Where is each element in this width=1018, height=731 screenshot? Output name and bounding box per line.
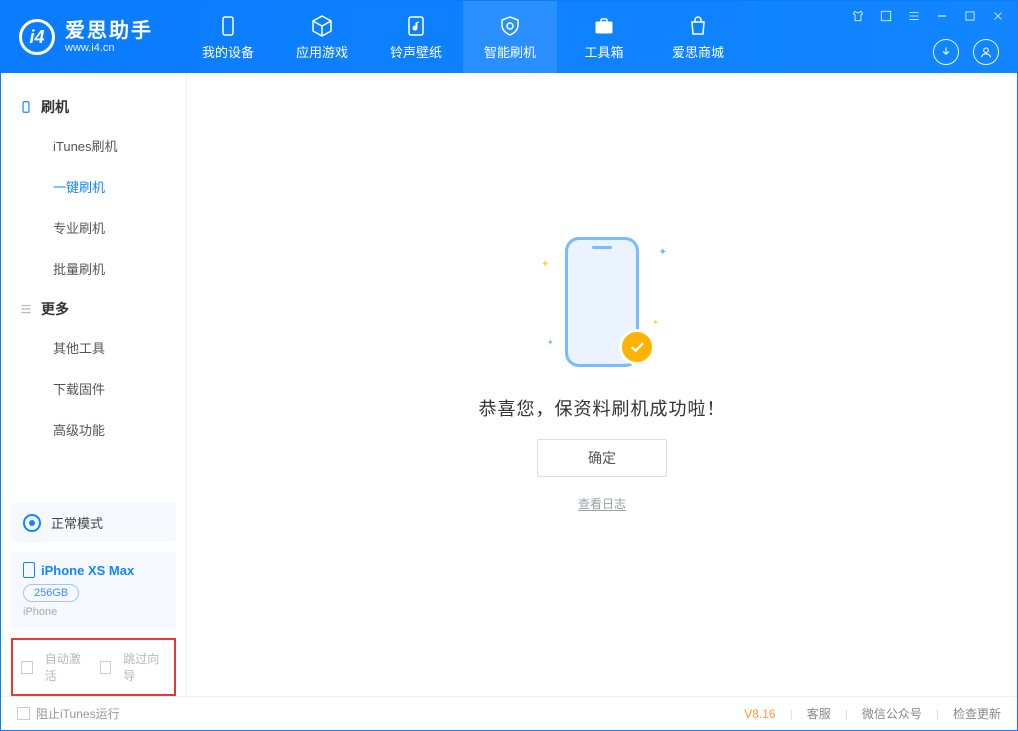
- sparkle-icon: ✦: [652, 318, 659, 327]
- sidebar-group-more: 更多: [1, 289, 186, 327]
- tab-ringtones-wallpapers[interactable]: 铃声壁纸: [369, 1, 463, 73]
- block-itunes-label: 阻止iTunes运行: [36, 705, 120, 722]
- tab-store[interactable]: 爱思商城: [651, 1, 745, 73]
- checkbox-skip-guide[interactable]: [100, 661, 112, 674]
- maximize-button[interactable]: [961, 7, 979, 25]
- nav-tabs: 我的设备 应用游戏 铃声壁纸 智能刷机 工具箱 爱思商城: [181, 1, 745, 73]
- window-controls: [849, 7, 1007, 25]
- logo: 爱思助手 www.i4.cn: [1, 19, 171, 55]
- sparkle-icon: ✦: [547, 338, 554, 347]
- phone-icon: [216, 14, 240, 38]
- mode-indicator[interactable]: 正常模式: [11, 503, 176, 542]
- briefcase-icon: [592, 14, 616, 38]
- title-bar: 爱思助手 www.i4.cn 我的设备 应用游戏 铃声壁纸 智能刷机: [1, 1, 1017, 73]
- tab-apps-games[interactable]: 应用游戏: [275, 1, 369, 73]
- device-type: iPhone: [23, 606, 164, 618]
- refresh-shield-icon: [498, 14, 522, 38]
- checkmark-badge-icon: [619, 329, 655, 365]
- capacity-badge: 256GB: [23, 584, 79, 602]
- checkbox-auto-activate[interactable]: [21, 661, 33, 674]
- sidebar-group-flash: 刷机: [1, 87, 186, 125]
- brand-url: www.i4.cn: [65, 42, 153, 54]
- support-link[interactable]: 客服: [807, 705, 831, 722]
- options-row: 自动激活 跳过向导: [11, 638, 176, 696]
- sidebar-item-oneclick-flash[interactable]: 一键刷机: [1, 166, 186, 207]
- tab-toolbox[interactable]: 工具箱: [557, 1, 651, 73]
- shirt-icon[interactable]: [849, 7, 867, 25]
- sidebar: 刷机 iTunes刷机 一键刷机 专业刷机 批量刷机 更多 其他工具 下载固件 …: [1, 73, 187, 696]
- sidebar-item-pro-flash[interactable]: 专业刷机: [1, 207, 186, 248]
- success-message: 恭喜您，保资料刷机成功啦！: [479, 395, 726, 421]
- sidebar-item-advanced[interactable]: 高级功能: [1, 409, 186, 450]
- body: 刷机 iTunes刷机 一键刷机 专业刷机 批量刷机 更多 其他工具 下载固件 …: [1, 73, 1017, 696]
- version-label: V8.16: [744, 707, 775, 721]
- sparkle-icon: ✦: [541, 259, 549, 270]
- checkbox-block-itunes[interactable]: [17, 707, 30, 720]
- phone-small-icon: [23, 562, 35, 578]
- user-button[interactable]: [973, 39, 999, 65]
- sidebar-item-download-firmware[interactable]: 下载固件: [1, 368, 186, 409]
- feedback-icon[interactable]: [877, 7, 895, 25]
- main-content: ✦ ✦ ✦ ✦ 恭喜您，保资料刷机成功啦！ 确定 查看日志: [187, 73, 1017, 696]
- check-update-link[interactable]: 检查更新: [953, 705, 1001, 722]
- status-bar: 阻止iTunes运行 V8.16 | 客服 | 微信公众号 | 检查更新: [1, 696, 1017, 730]
- success-illustration: ✦ ✦ ✦ ✦: [547, 237, 657, 377]
- brand-name: 爱思助手: [65, 20, 153, 42]
- menu-icon[interactable]: [905, 7, 923, 25]
- sparkle-icon: ✦: [659, 247, 667, 258]
- wechat-link[interactable]: 微信公众号: [862, 705, 922, 722]
- success-panel: ✦ ✦ ✦ ✦ 恭喜您，保资料刷机成功啦！ 确定 查看日志: [479, 237, 726, 512]
- tab-my-device[interactable]: 我的设备: [181, 1, 275, 73]
- music-note-icon: [404, 14, 428, 38]
- sidebar-item-other-tools[interactable]: 其他工具: [1, 327, 186, 368]
- app-window: 爱思助手 www.i4.cn 我的设备 应用游戏 铃声壁纸 智能刷机: [0, 0, 1018, 731]
- mode-dot-icon: [23, 514, 41, 532]
- device-icon: [19, 100, 33, 114]
- minimize-button[interactable]: [933, 7, 951, 25]
- list-icon: [19, 302, 33, 316]
- cube-icon: [310, 14, 334, 38]
- ok-button[interactable]: 确定: [537, 439, 667, 477]
- device-card[interactable]: iPhone XS Max 256GB iPhone: [11, 552, 176, 628]
- bag-icon: [686, 14, 710, 38]
- tab-smart-flash[interactable]: 智能刷机: [463, 1, 557, 73]
- download-button[interactable]: [933, 39, 959, 65]
- view-log-link[interactable]: 查看日志: [578, 495, 626, 512]
- logo-icon: [19, 19, 55, 55]
- close-button[interactable]: [989, 7, 1007, 25]
- header-actions: [933, 39, 999, 65]
- sidebar-item-itunes-flash[interactable]: iTunes刷机: [1, 125, 186, 166]
- sidebar-item-batch-flash[interactable]: 批量刷机: [1, 248, 186, 289]
- device-name: iPhone XS Max: [41, 563, 134, 578]
